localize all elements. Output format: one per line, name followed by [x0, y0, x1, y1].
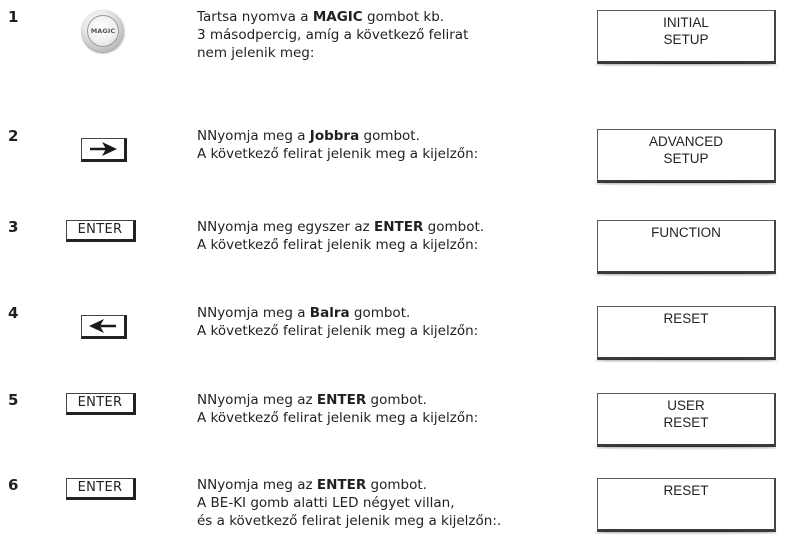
button-name: ENTER — [316, 477, 367, 493]
display-line: USER — [667, 398, 705, 413]
display-line: FUNCTION — [651, 225, 721, 240]
instruction-text: NNyomja meg a Balra gombot. A következő f… — [197, 304, 577, 340]
step-number: 2 — [8, 127, 19, 145]
enter-button-icon: ENTER — [66, 393, 136, 415]
step-number: 3 — [8, 218, 19, 236]
instruction-text: NNyomja meg egyszer az ENTER gombot. A kö… — [197, 218, 577, 254]
display-line: SETUP — [663, 32, 709, 47]
instruction-line: A következő felirat jelenik meg a kijelz… — [197, 237, 479, 253]
arrow-left-icon — [89, 319, 116, 333]
display-readout: RESET — [594, 478, 778, 535]
display-line: SETUP — [663, 151, 709, 166]
instruction-line: 3 másodpercig, amíg a következő felirat — [197, 27, 469, 43]
instruction-text: NNyomja meg a Jobbra gombot. A következő … — [197, 127, 577, 163]
display-line: RESET — [663, 311, 709, 326]
instruction-line: A következő felirat jelenik meg a kijelz… — [197, 323, 479, 339]
instruction-text: NNyomja meg az ENTER gombot. A következő … — [197, 391, 577, 427]
step-number: 6 — [8, 476, 19, 494]
step-number: 5 — [8, 391, 19, 409]
step-number: 1 — [8, 8, 19, 26]
instruction-text: Tartsa nyomva a MAGIC gombot kb. 3 másodp… — [197, 8, 577, 62]
instruction-line: A következő felirat jelenik meg a kijelz… — [197, 410, 479, 426]
instruction-line: A BE-KI gomb alatti LED négyet villan, — [197, 495, 455, 511]
display-line: RESET — [663, 415, 709, 430]
instruction-line: A következő felirat jelenik meg a kijelz… — [197, 146, 479, 162]
display-readout: USER RESET — [594, 393, 778, 450]
arrow-right-icon — [90, 142, 117, 156]
instruction-line: és a következő felirat jelenik meg a kij… — [197, 513, 502, 529]
display-readout: FUNCTION — [594, 220, 778, 277]
step-number: 4 — [8, 304, 19, 322]
enter-button-icon: ENTER — [66, 478, 136, 500]
display-readout: INITIAL SETUP — [594, 10, 778, 67]
instruction-line: NNyomja meg egyszer az ENTER gombot. — [197, 219, 485, 235]
instruction-line: NNyomja meg az ENTER gombot. — [197, 477, 427, 493]
left-arrow-button-icon — [81, 315, 127, 339]
display-line: RESET — [663, 483, 709, 498]
display-readout: RESET — [594, 306, 778, 363]
instruction-line: NNyomja meg a Jobbra gombot. — [197, 128, 420, 144]
button-name: ENTER — [316, 392, 367, 408]
magic-button-icon: MAGIC — [82, 10, 124, 52]
instruction-line: Tartsa nyomva a MAGIC gombot kb. — [197, 9, 445, 25]
button-name: MAGIC — [312, 9, 363, 25]
button-name: ENTER — [374, 219, 424, 235]
display-line: ADVANCED — [648, 134, 723, 149]
instruction-line: NNyomja meg a Balra gombot. — [197, 305, 411, 321]
button-name: Balra — [309, 305, 350, 321]
instruction-line: NNyomja meg az ENTER gombot. — [197, 392, 427, 408]
instruction-text: NNyomja meg az ENTER gombot. A BE-KI gomb… — [197, 476, 577, 530]
display-readout: ADVANCED SETUP — [594, 129, 778, 186]
enter-button-icon: ENTER — [66, 220, 136, 242]
right-arrow-button-icon — [81, 138, 127, 162]
button-name: Jobbra — [309, 128, 360, 144]
instruction-line: nem jelenik meg: — [197, 45, 315, 61]
magic-button-label: MAGIC — [87, 15, 119, 47]
display-line: INITIAL — [663, 15, 709, 30]
